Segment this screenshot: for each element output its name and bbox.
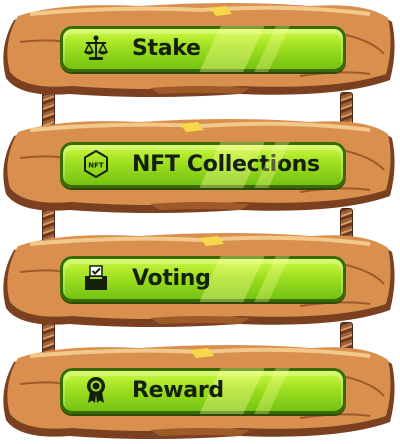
nft-collections-button[interactable]: NFT NFT Collections xyxy=(60,142,346,188)
main-menu: Stake NFT NFT Collections Voting Reward xyxy=(0,0,400,442)
plank-nft-collections: NFT NFT Collections xyxy=(0,118,400,218)
medal-icon xyxy=(87,377,105,403)
ballot-box-icon xyxy=(85,265,107,290)
reward-label: Reward xyxy=(132,378,224,403)
stake-label: Stake xyxy=(132,36,201,61)
plank-reward: Reward xyxy=(0,344,400,444)
voting-label: Voting xyxy=(132,266,211,291)
nft-icon-text: NFT xyxy=(88,162,104,170)
stake-button[interactable]: Stake xyxy=(60,26,346,72)
nft-hexagon-icon: NFT xyxy=(84,150,108,178)
reward-button[interactable]: Reward xyxy=(60,368,346,414)
scale-dollar-icon xyxy=(83,35,109,60)
plank-stake: Stake xyxy=(0,2,400,102)
plank-voting: Voting xyxy=(0,232,400,332)
voting-button[interactable]: Voting xyxy=(60,256,346,302)
nft-collections-label: NFT Collections xyxy=(132,152,320,177)
